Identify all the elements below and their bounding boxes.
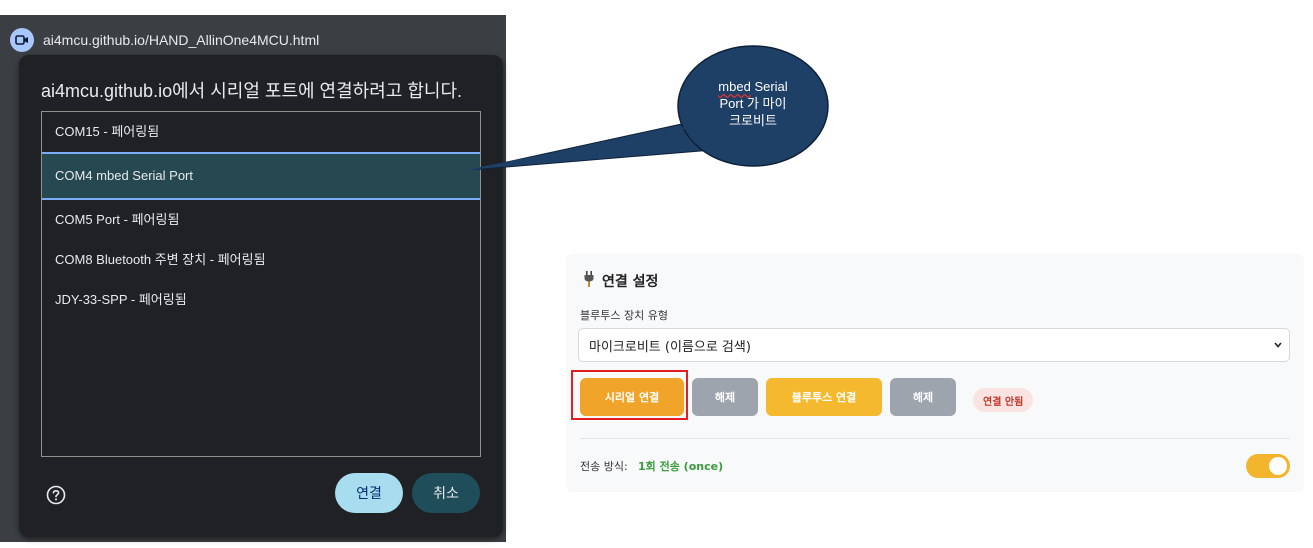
tx-mode-value: 1회 전송 (once) [638,460,724,473]
callout-line1-rest: Serial [750,79,788,94]
toggle-knob [1269,457,1287,475]
device-type-select[interactable]: 마이크로비트 (이름으로 검색) [578,328,1290,362]
connection-settings-panel: 연결 설정 블루투스 장치 유형 마이크로비트 (이름으로 검색) 시리얼 연결… [566,254,1304,492]
device-type-value: 마이크로비트 (이름으로 검색) [589,339,751,355]
serial-disconnect-button[interactable]: 해제 [692,378,758,416]
bluetooth-connect-button[interactable]: 블루투스 연결 [766,378,882,416]
divider [580,438,1290,439]
plug-icon [584,271,594,291]
chevron-down-icon [1273,338,1283,356]
device-type-label: 블루투스 장치 유형 [580,309,668,322]
panel-title-text: 연결 설정 [602,274,659,290]
tx-mode-toggle[interactable] [1246,454,1290,478]
serial-connect-button[interactable]: 시리얼 연결 [580,378,684,416]
status-badge: 연결 안됨 [973,388,1034,412]
callout-line3: 크로비트 [729,113,777,128]
callout-text: mbed Serial Port 가 마이 크로비트 [694,78,812,129]
bluetooth-disconnect-button[interactable]: 해제 [890,378,956,416]
callout-line1-underlined: mbed [718,79,751,94]
panel-title: 연결 설정 [584,271,658,291]
tx-mode-label: 전송 방식: [580,460,628,473]
callout-line2: Port 가 마이 [719,96,787,111]
